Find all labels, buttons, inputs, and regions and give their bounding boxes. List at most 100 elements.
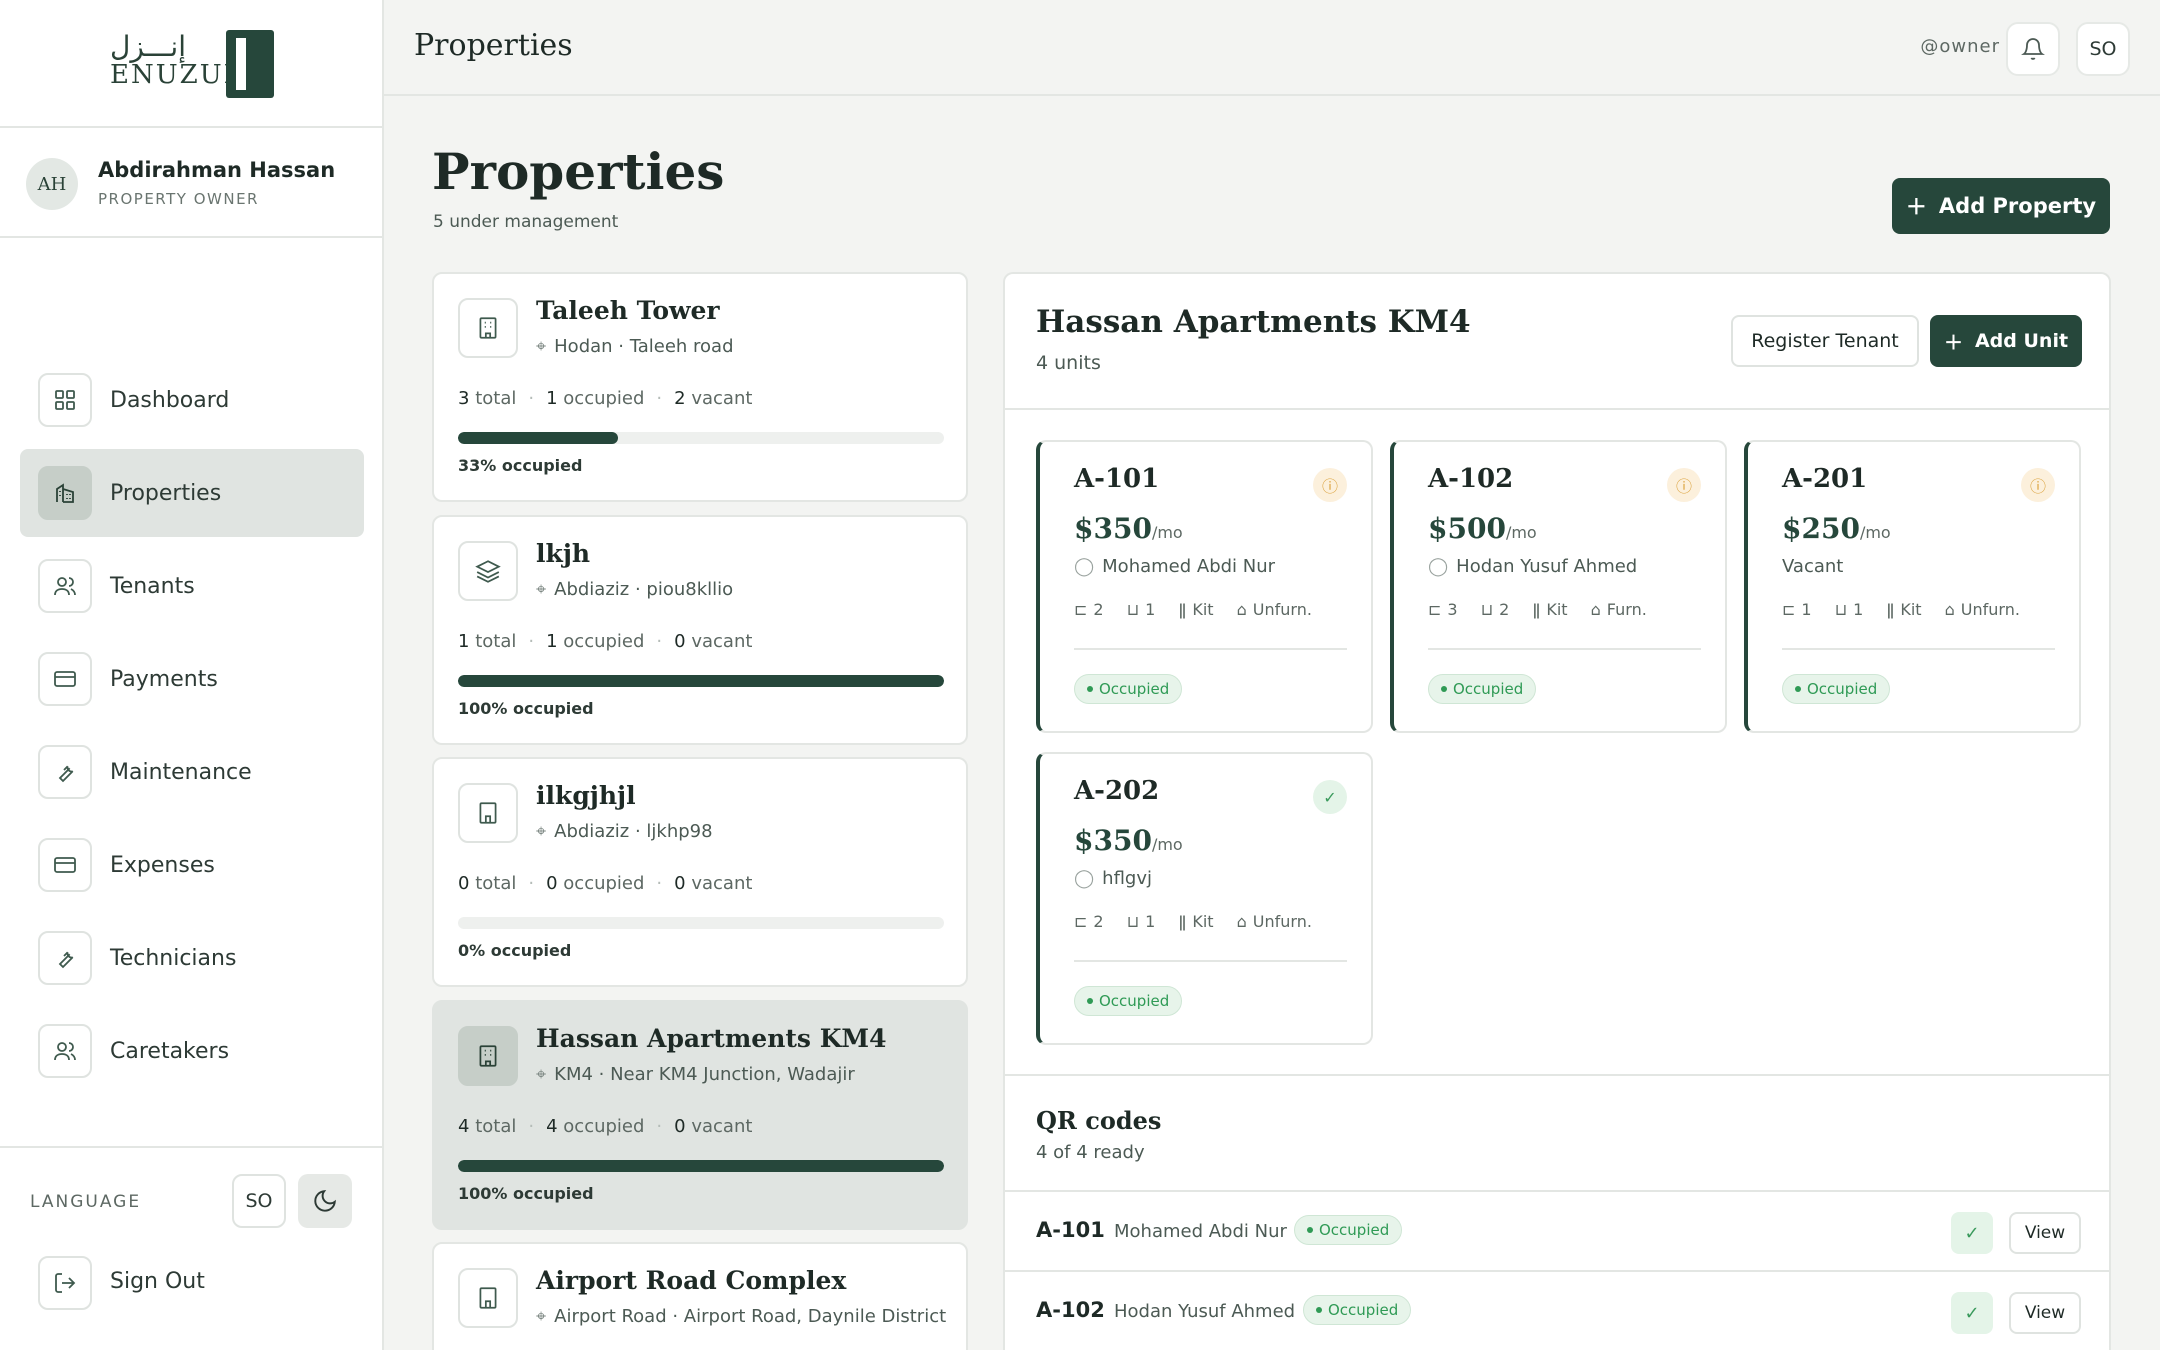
stat-label: vacant — [691, 873, 753, 894]
occupancy-bar — [458, 675, 944, 687]
add-property-button[interactable]: ＋ Add Property — [1892, 178, 2110, 234]
kitchen-icon: ǁ — [1178, 600, 1187, 619]
baths-count: 2 — [1499, 600, 1510, 619]
baths-count: 1 — [1853, 600, 1864, 619]
baths-count: 1 — [1145, 912, 1156, 931]
users-icon — [38, 1024, 92, 1078]
stat-total: 0 — [458, 873, 470, 894]
sofa-icon: ⌂ — [1236, 600, 1247, 619]
unit-card[interactable]: A-102 ⓘ $500/mo ◯ Hodan Yusuf Ahmed ⊏ 3 ⊔ 2… — [1390, 440, 1727, 733]
property-card[interactable]: Taleeh Tower ⌖ Hodan · Taleeh road 3 tota… — [432, 272, 968, 502]
occupancy-bar — [458, 1160, 944, 1172]
status-badge: Occupied — [1074, 986, 1183, 1016]
pin-icon: ⌖ — [536, 821, 547, 842]
unit-rent: $350/mo — [1074, 824, 1183, 857]
person-icon: ◯ — [1074, 868, 1095, 889]
sidebar-item-expenses[interactable]: Expenses — [20, 821, 364, 909]
unit-features: ⊏ 2 ⊔ 1 ǁ Kit ⌂ Unfurn. — [1074, 600, 1330, 619]
baths-count: 1 — [1145, 600, 1156, 619]
sign-out-button[interactable]: Sign Out — [110, 1269, 205, 1294]
check-icon: ✓ — [1951, 1292, 1993, 1334]
divider — [1782, 648, 2055, 650]
store-icon — [458, 1268, 518, 1328]
divider — [1074, 648, 1347, 650]
stat-occupied: 1 — [546, 631, 558, 652]
status-badge: Occupied — [1074, 674, 1183, 704]
username: @owner — [1920, 36, 2000, 57]
unit-card[interactable]: A-201 ⓘ $250/mo Vacant ⊏ 1 ⊔ 1 ǁ Kit ⌂ Unfur… — [1744, 440, 2081, 733]
property-location: ⌖ Abdiaziz · piou8kllio — [536, 579, 733, 600]
user-profile: AH Abdirahman Hassan PROPERTY OWNER — [0, 128, 382, 238]
status-badge: Occupied — [1782, 674, 1891, 704]
add-unit-button[interactable]: ＋ Add Unit — [1930, 315, 2082, 367]
property-location: ⌖ KM4 · Near KM4 Junction, Wadajir — [536, 1064, 855, 1085]
qr-subtitle: 4 of 4 ready — [1036, 1142, 1145, 1163]
sign-out-icon[interactable] — [38, 1256, 92, 1310]
kitchen-icon: ǁ — [1886, 600, 1895, 619]
furnish-label: Furn. — [1606, 600, 1647, 619]
property-stats: 4 total · 4 occupied · 0 vacant — [458, 1116, 753, 1137]
bed-icon: ⊏ — [1428, 600, 1442, 619]
stat-vacant: 0 — [674, 873, 686, 894]
sidebar: إنـــزل ENUZUL AH Abdirahman Hassan PROP… — [0, 0, 384, 1350]
property-location-text: Airport Road · Airport Road, Daynile Dis… — [554, 1306, 947, 1327]
sidebar-item-label: Expenses — [110, 852, 215, 878]
sidebar-item-label: Caretakers — [110, 1038, 230, 1064]
property-location-text: KM4 · Near KM4 Junction, Wadajir — [554, 1064, 855, 1085]
view-qr-button[interactable]: View — [2009, 1292, 2081, 1334]
wrench-icon — [38, 745, 92, 799]
property-location-text: Hodan · Taleeh road — [554, 336, 734, 357]
kitchen-label: Kit — [1900, 600, 1922, 619]
stat-vacant: 2 — [674, 388, 686, 409]
bell-icon[interactable] — [2006, 22, 2060, 76]
unit-code: A-102 — [1428, 464, 1514, 494]
property-card[interactable]: ilkgjhjl ⌖ Abdiaziz · ljkhp98 0 total · 0 o… — [432, 757, 968, 987]
sidebar-item-label: Dashboard — [110, 387, 230, 413]
moon-icon[interactable] — [298, 1174, 352, 1228]
wrench-icon — [38, 931, 92, 985]
building-icon — [458, 1026, 518, 1086]
furnish-label: Unfurn. — [1252, 600, 1312, 619]
tenant-name: Vacant — [1782, 556, 1844, 577]
stat-total: 1 — [458, 631, 470, 652]
sidebar-item-payments[interactable]: Payments — [20, 635, 364, 723]
unit-tenant: ◯ Mohamed Abdi Nur — [1074, 556, 1275, 577]
brand-name-arabic: إنـــزل — [110, 30, 186, 63]
sidebar-item-properties[interactable]: Properties — [20, 449, 364, 537]
plus-icon: ＋ — [1943, 331, 1963, 354]
property-stats: 0 total · 0 occupied · 0 vacant — [458, 873, 753, 894]
sidebar-item-technicians[interactable]: Technicians — [20, 914, 364, 1002]
property-card[interactable]: Airport Road Complex ⌖ Airport Road · Air… — [432, 1242, 968, 1350]
sidebar-item-dashboard[interactable]: Dashboard — [20, 356, 364, 444]
unit-tenant: ◯ Hodan Yusuf Ahmed — [1428, 556, 1637, 577]
property-detail-panel: Hassan Apartments KM4 4 units Register T… — [1003, 272, 2111, 1350]
language-button[interactable]: SO — [2076, 22, 2130, 76]
property-card[interactable]: lkjh ⌖ Abdiaziz · piou8kllio 1 total · 1 oc… — [432, 515, 968, 745]
view-qr-button[interactable]: View — [2009, 1212, 2081, 1254]
furnish-label: Unfurn. — [1252, 912, 1312, 931]
stat-label: total — [475, 873, 517, 894]
unit-rent: $250/mo — [1782, 512, 1891, 545]
brand-logo[interactable]: إنـــزل ENUZUL — [0, 0, 382, 128]
plus-icon: ＋ — [1905, 195, 1927, 219]
pin-icon: ⌖ — [536, 1064, 547, 1085]
unit-card[interactable]: A-101 ⓘ $350/mo ◯ Mohamed Abdi Nur ⊏ 2 ⊔ 1 … — [1036, 440, 1373, 733]
qr-codes-header: QR codes 4 of 4 ready — [1005, 1074, 2109, 1192]
profile-role: PROPERTY OWNER — [98, 190, 259, 208]
sidebar-item-caretakers[interactable]: Caretakers — [20, 1007, 364, 1095]
sidebar-item-tenants[interactable]: Tenants — [20, 542, 364, 630]
beds-count: 3 — [1447, 600, 1458, 619]
kitchen-label: Kit — [1192, 912, 1214, 931]
property-name: lkjh — [536, 539, 591, 568]
status-badge: Occupied — [1428, 674, 1537, 704]
unit-card[interactable]: A-202 ✓ $350/mo ◯ hflgvj ⊏ 2 ⊔ 1 ǁ Kit ⌂ Unfu… — [1036, 752, 1373, 1045]
language-toggle-button[interactable]: SO — [232, 1174, 286, 1228]
sidebar-item-maintenance[interactable]: Maintenance — [20, 728, 364, 816]
pin-icon: ⌖ — [536, 579, 547, 600]
beds-count: 1 — [1801, 600, 1812, 619]
stat-vacant: 0 — [674, 1116, 686, 1137]
occupancy-bar — [458, 432, 944, 444]
property-card-selected[interactable]: Hassan Apartments KM4 ⌖ KM4 · Near KM4 Ju… — [432, 1000, 968, 1230]
register-tenant-button[interactable]: Register Tenant — [1731, 315, 1919, 367]
rent-value: $350 — [1074, 512, 1152, 545]
